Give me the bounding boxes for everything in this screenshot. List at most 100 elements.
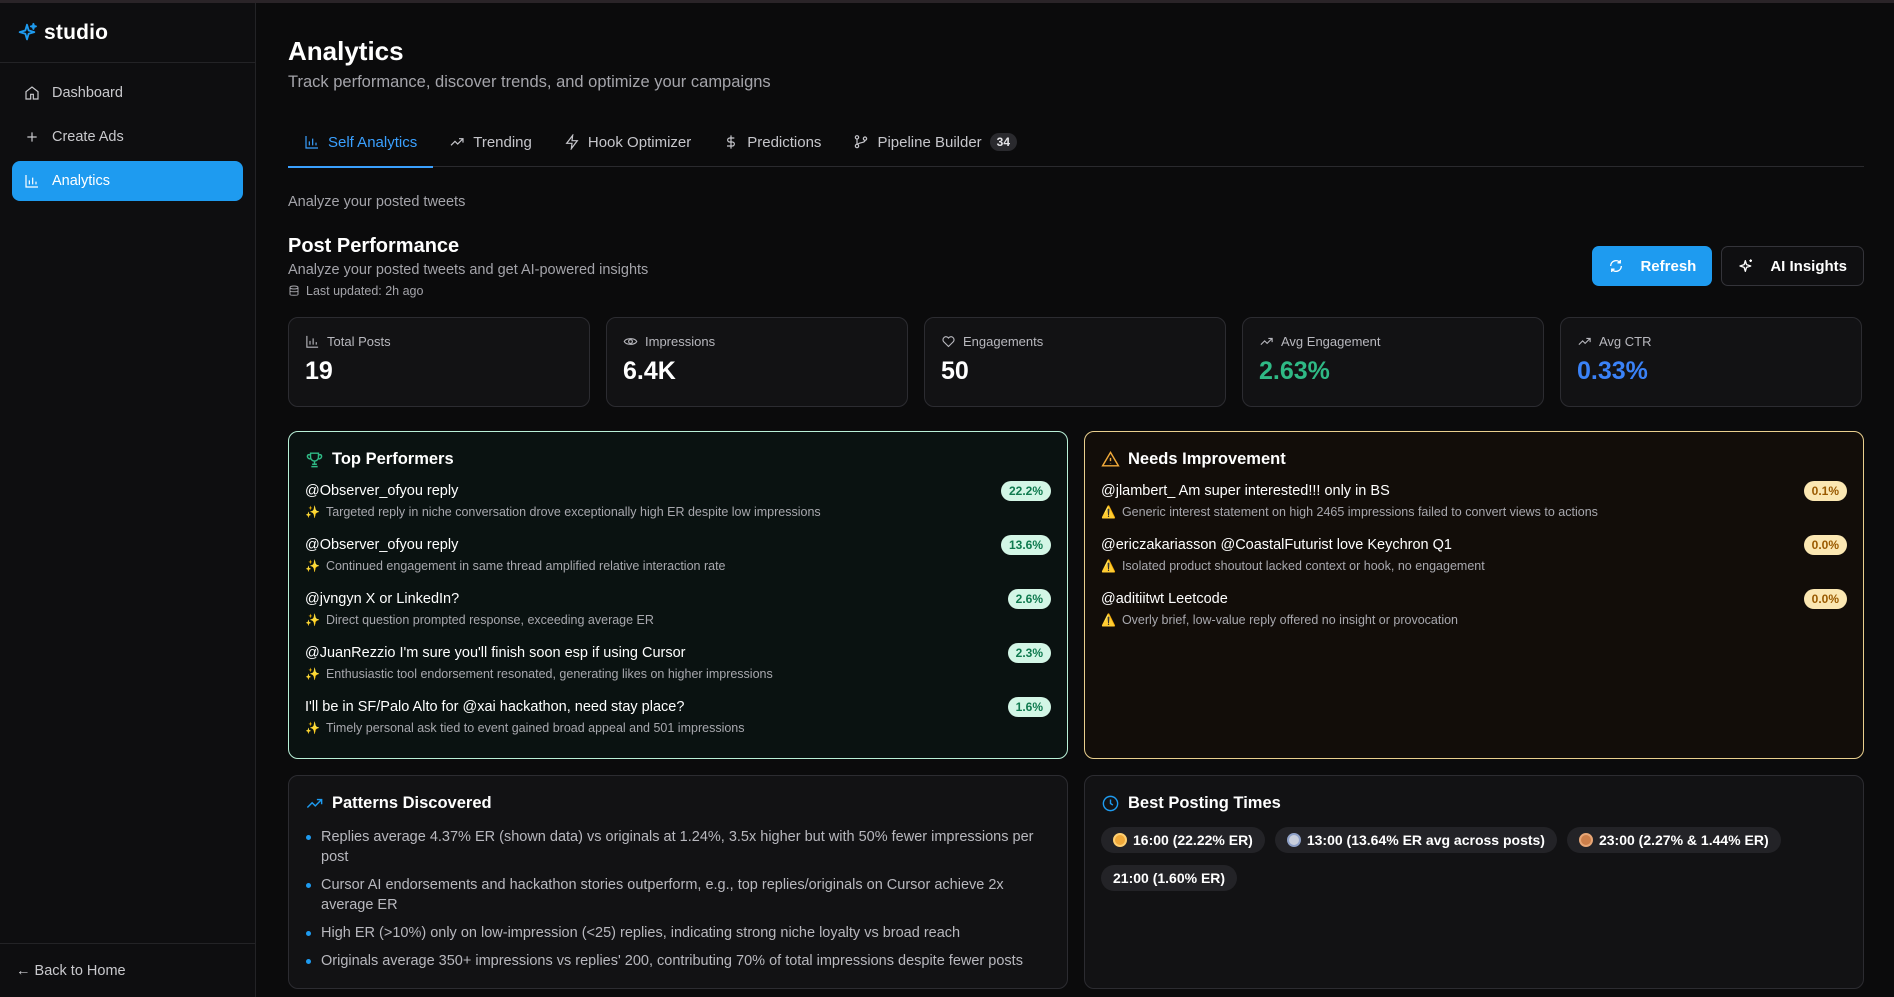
engagement-rate-badge: 0.0% xyxy=(1803,535,1847,555)
page-subtitle: Track performance, discover trends, and … xyxy=(288,73,771,91)
list-item[interactable]: @jvngyn X or LinkedIn? 2.6% ✨ Direct quest… xyxy=(305,589,1051,643)
post-title: @jvngyn X or LinkedIn? xyxy=(305,591,460,607)
sidebar-item-label: Dashboard xyxy=(52,85,123,101)
sidebar: studio Dashboard Create Ads Analytics ← … xyxy=(0,3,256,997)
stats-row: Total Posts 19 Impressions 6.4K Engageme… xyxy=(288,317,1864,407)
brand[interactable]: studio xyxy=(0,3,255,63)
engagement-rate-badge: 2.3% xyxy=(1007,643,1051,663)
panel-title: Needs Improvement xyxy=(1128,450,1286,468)
panel-title: Best Posting Times xyxy=(1128,794,1281,812)
post-insight: Enthusiastic tool endorsement resonated,… xyxy=(325,667,773,681)
best-posting-times-panel: Best Posting Times 16:00 (22.22% ER) 13:… xyxy=(1084,775,1864,989)
bronze-medal-icon xyxy=(1578,833,1593,847)
tab-bar: Self Analytics Trending Hook Optimizer P… xyxy=(288,118,1864,168)
warning-icon: ⚠️ xyxy=(1101,505,1116,519)
ai-insights-label: AI Insights xyxy=(1770,257,1847,275)
panel-title: Top Performers xyxy=(332,450,454,468)
back-to-home-link[interactable]: ← Back to Home xyxy=(0,943,255,997)
trophy-icon xyxy=(306,452,323,468)
list-item[interactable]: @ericzakariasson @CoastalFuturist love K… xyxy=(1101,535,1847,589)
stat-value: 0.33% xyxy=(1577,357,1648,385)
brand-name: studio xyxy=(44,20,109,44)
insights-row: Top Performers @Observer_ofyou reply 22.2… xyxy=(288,431,1864,759)
section-note: Analyze your posted tweets xyxy=(288,194,466,210)
list-item[interactable]: I'll be in SF/Palo Alto for @xai hackath… xyxy=(305,697,1051,751)
sparkle-icon xyxy=(1739,259,1753,272)
plus-icon xyxy=(27,132,37,142)
stat-label: Avg Engagement xyxy=(1281,334,1381,349)
stat-value: 19 xyxy=(305,357,333,385)
engagement-rate-badge: 13.6% xyxy=(1000,535,1051,555)
sidebar-item-analytics[interactable]: Analytics xyxy=(12,161,243,201)
engagement-rate-badge: 1.6% xyxy=(1007,697,1051,717)
post-insight: Targeted reply in niche conversation dro… xyxy=(325,505,821,519)
sparkles-icon: ✨ xyxy=(305,559,320,573)
stat-label: Impressions xyxy=(645,334,716,349)
panel-title: Patterns Discovered xyxy=(332,794,492,812)
tab-predictions[interactable]: Predictions xyxy=(707,118,837,167)
list-item[interactable]: @jlambert_ Am super interested!!! only i… xyxy=(1101,481,1847,535)
stat-card-impressions: Impressions 6.4K xyxy=(606,317,908,407)
bar-chart-icon xyxy=(305,136,318,149)
bar-chart-icon xyxy=(25,175,38,188)
tab-self-analytics[interactable]: Self Analytics xyxy=(288,118,434,168)
heart-icon xyxy=(942,336,955,348)
main-content: Analytics Track performance, discover tr… xyxy=(288,3,1864,989)
stat-label: Engagements xyxy=(963,334,1044,349)
git-branch-icon xyxy=(855,135,868,149)
posting-time-chip: 16:00 (22.22% ER) xyxy=(1101,827,1265,853)
tab-hook-optimizer[interactable]: Hook Optimizer xyxy=(548,118,707,167)
post-title: @jlambert_ Am super interested!!! only i… xyxy=(1101,483,1390,499)
stat-value: 50 xyxy=(941,357,969,385)
tab-label: Hook Optimizer xyxy=(587,133,692,151)
clock-icon xyxy=(1102,795,1119,812)
header-actions: Refresh AI Insights xyxy=(1592,246,1864,298)
post-title: @Observer_ofyou reply xyxy=(305,483,459,499)
post-insight: Isolated product shoutout lacked context… xyxy=(1121,559,1485,573)
post-insight: Generic interest statement on high 2465 … xyxy=(1121,505,1598,519)
tab-count-badge: 34 xyxy=(989,133,1018,151)
tab-label: Predictions xyxy=(747,133,822,151)
tab-label: Trending xyxy=(473,133,532,151)
trending-up-icon xyxy=(306,798,323,808)
section-title: Post Performance xyxy=(288,235,460,257)
trending-up-icon xyxy=(1578,337,1591,346)
engagement-rate-badge: 0.0% xyxy=(1803,589,1847,609)
stat-card-avg-ctr: Avg CTR 0.33% xyxy=(1560,317,1862,407)
engagement-rate-badge: 22.2% xyxy=(1000,481,1051,501)
warning-icon: ⚠️ xyxy=(1101,613,1116,627)
posting-time-chip: 21:00 (1.60% ER) xyxy=(1101,865,1238,891)
eye-icon xyxy=(623,338,638,345)
posting-time-chip: 13:00 (13.64% ER avg across posts) xyxy=(1274,827,1557,853)
stat-card-total-posts: Total Posts 19 xyxy=(288,317,590,407)
list-item[interactable]: @Observer_ofyou reply 22.2% ✨ Targeted rep… xyxy=(305,481,1051,535)
stat-card-avg-engagement: Avg Engagement 2.63% xyxy=(1242,317,1544,407)
ai-insights-button[interactable]: AI Insights xyxy=(1721,246,1864,286)
stat-label: Total Posts xyxy=(327,334,391,349)
list-item[interactable]: @JuanRezzio I'm sure you'll finish soon … xyxy=(305,643,1051,697)
sparkles-icon: ✨ xyxy=(305,721,320,735)
list-item[interactable]: @Observer_ofyou reply 13.6% ✨ Continued en… xyxy=(305,535,1051,589)
engagement-rate-badge: 0.1% xyxy=(1803,481,1847,501)
sidebar-item-create-ads[interactable]: Create Ads xyxy=(12,117,243,157)
warning-icon xyxy=(1101,450,1120,467)
posting-time-label: 23:00 (2.27% & 1.44% ER) xyxy=(1598,832,1769,848)
sparkles-icon: ✨ xyxy=(305,613,320,627)
refresh-icon xyxy=(1610,260,1623,272)
tab-trending[interactable]: Trending xyxy=(433,118,548,167)
dollar-icon xyxy=(727,135,736,149)
needs-improvement-panel: Needs Improvement @jlambert_ Am super in… xyxy=(1084,431,1864,759)
sparkles-icon: ✨ xyxy=(305,667,320,681)
stat-value: 6.4K xyxy=(623,357,676,385)
sidebar-item-dashboard[interactable]: Dashboard xyxy=(12,73,243,113)
refresh-button[interactable]: Refresh xyxy=(1592,246,1713,286)
silver-medal-icon xyxy=(1286,833,1301,847)
home-icon xyxy=(25,86,39,100)
post-title: @JuanRezzio I'm sure you'll finish soon … xyxy=(305,645,686,661)
posting-time-label: 21:00 (1.60% ER) xyxy=(1113,870,1226,886)
tab-pipeline-builder[interactable]: Pipeline Builder 34 xyxy=(837,118,1033,167)
list-item[interactable]: @aditiitwt Leetcode 0.0% ⚠️ Overly brief, … xyxy=(1101,589,1847,643)
zap-icon xyxy=(565,134,579,150)
bar-chart-icon xyxy=(306,335,319,348)
sidebar-item-label: Create Ads xyxy=(52,129,124,145)
